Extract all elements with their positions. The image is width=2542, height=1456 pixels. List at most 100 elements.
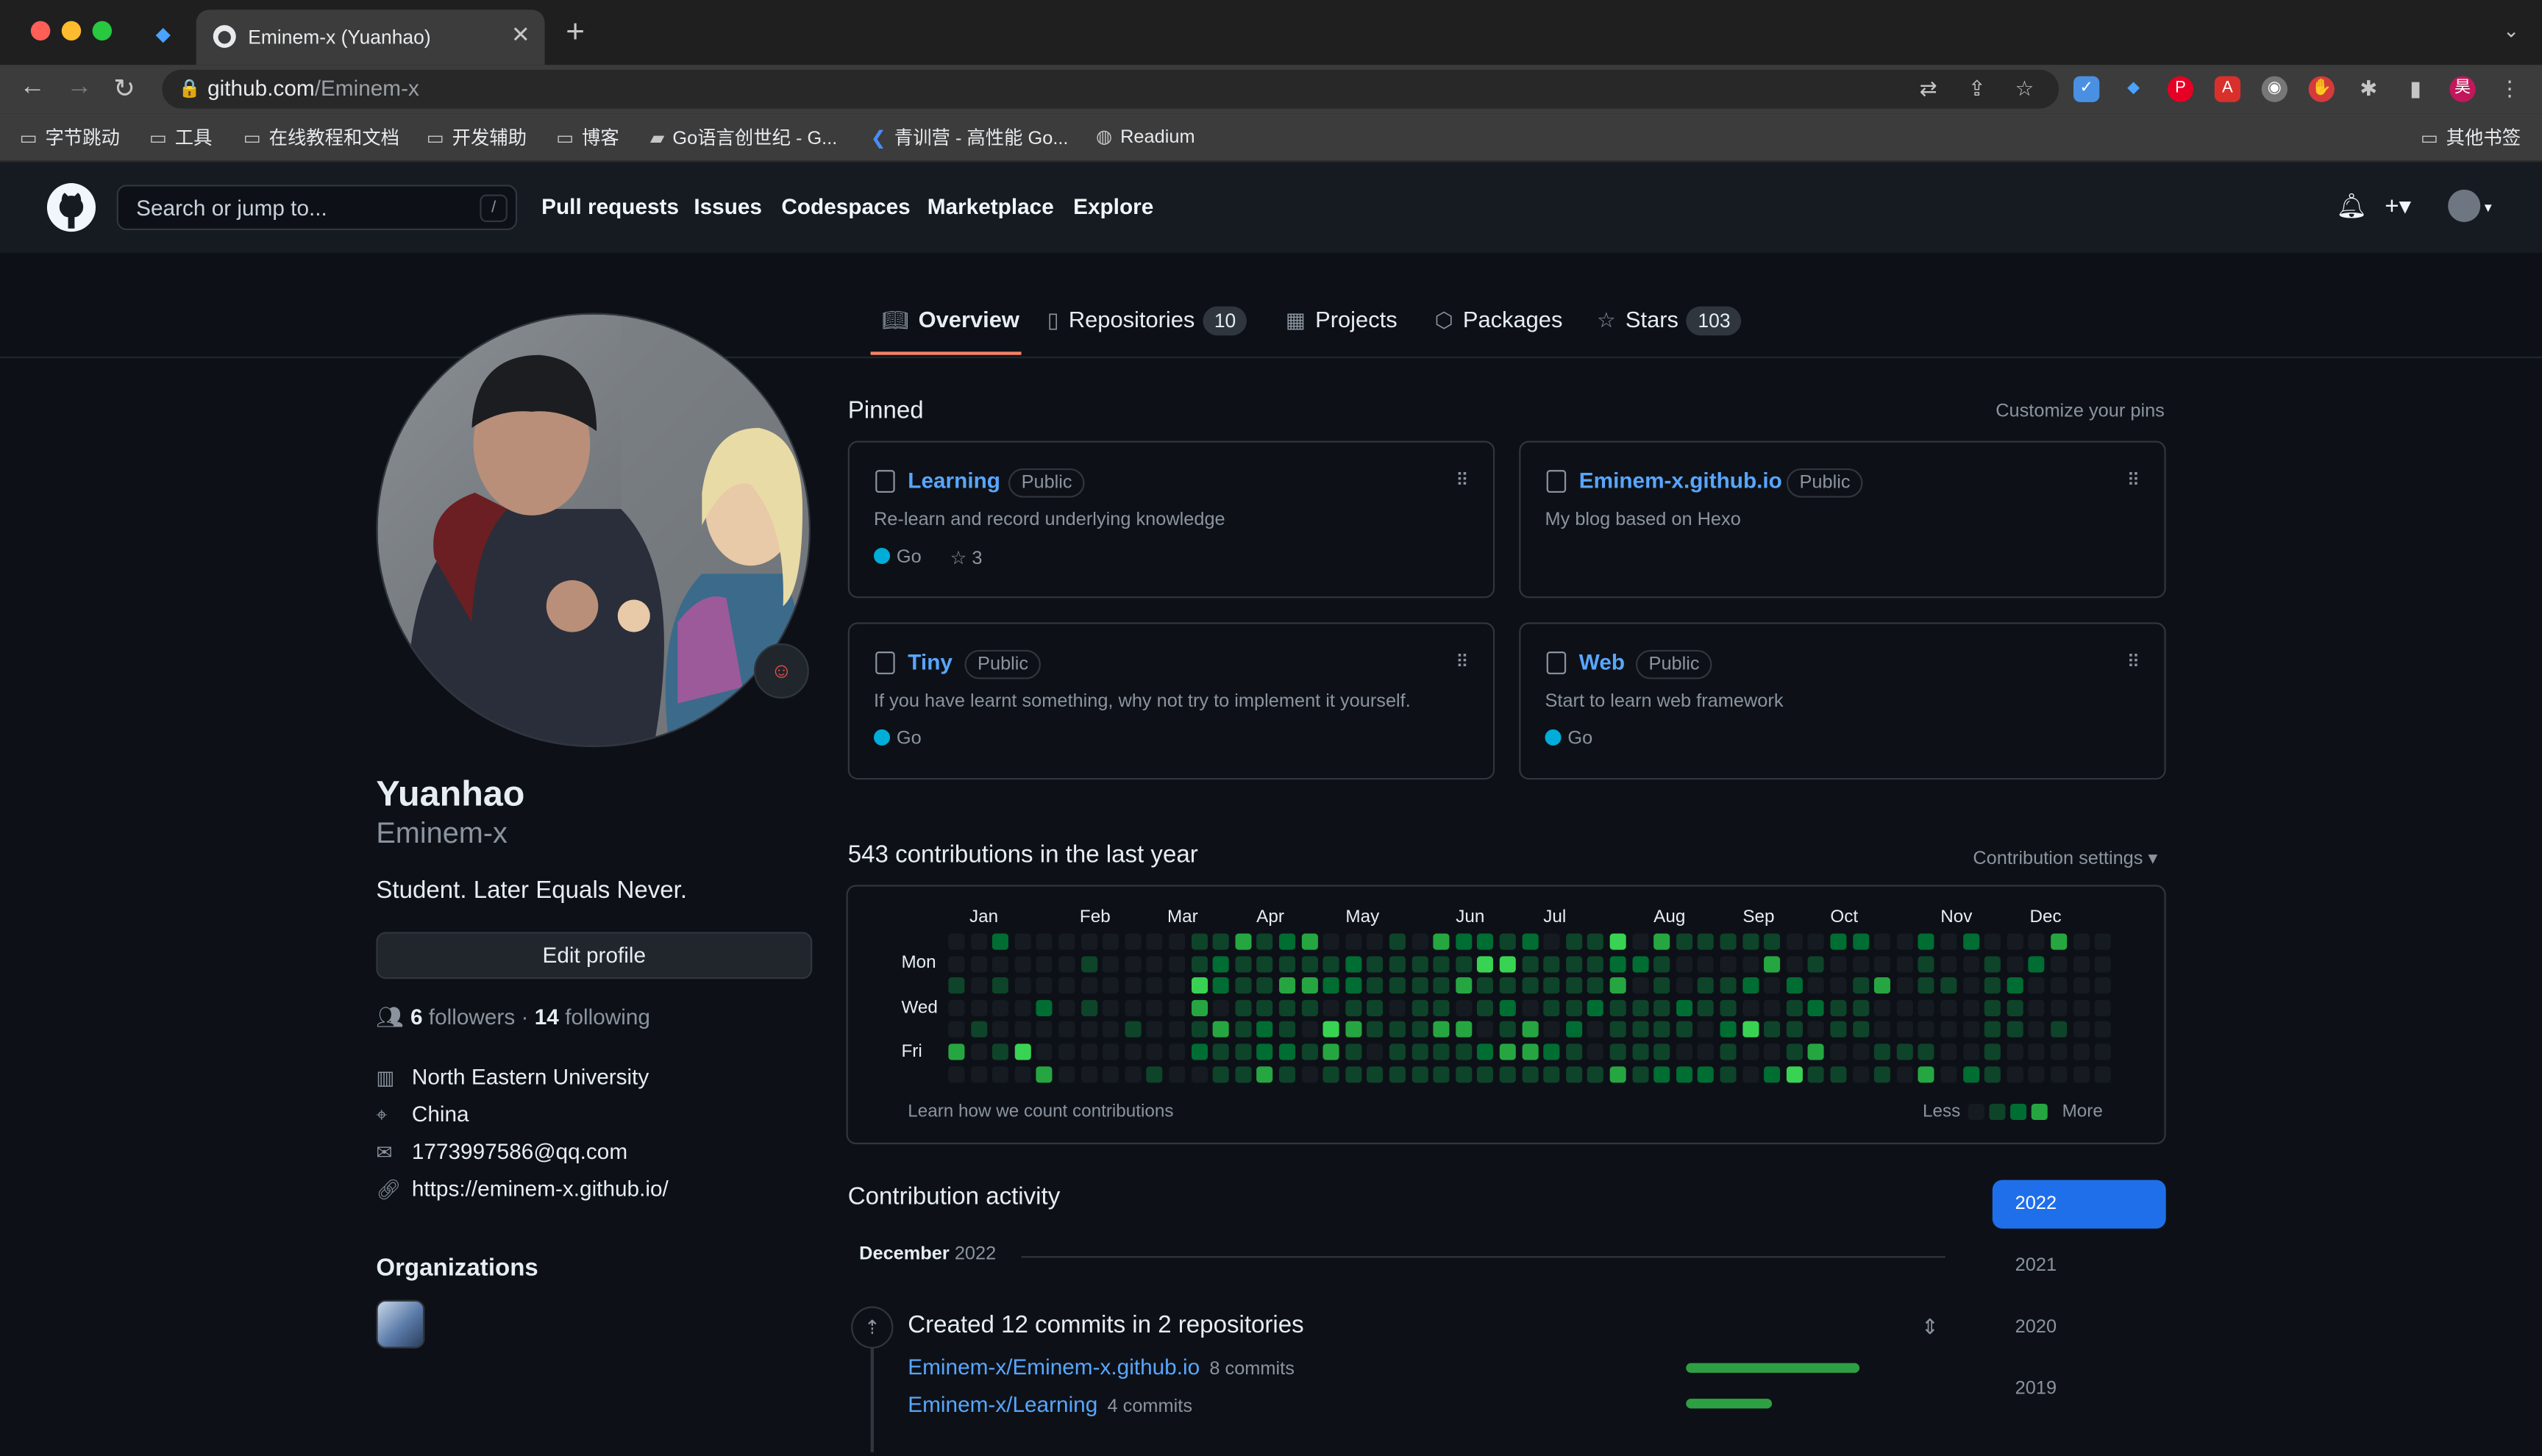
- contribution-day-cell[interactable]: [1521, 1021, 1538, 1038]
- contribution-day-cell[interactable]: [1191, 977, 1208, 994]
- contribution-day-cell[interactable]: [2095, 1066, 2112, 1082]
- contribution-day-cell[interactable]: [2051, 999, 2068, 1016]
- contribution-day-cell[interactable]: [1808, 1066, 1825, 1082]
- share-icon[interactable]: ⇪: [1968, 76, 1986, 102]
- contribution-day-cell[interactable]: [1279, 977, 1296, 994]
- contribution-day-cell[interactable]: [2073, 1066, 2090, 1082]
- contribution-day-cell[interactable]: [1389, 1066, 1406, 1082]
- contribution-day-cell[interactable]: [1125, 1043, 1142, 1060]
- contribution-day-cell[interactable]: [1521, 955, 1538, 972]
- contribution-day-cell[interactable]: [1213, 933, 1230, 950]
- contribution-day-cell[interactable]: [1191, 1066, 1208, 1082]
- contribution-day-cell[interactable]: [1742, 955, 1759, 972]
- contribution-day-cell[interactable]: [1852, 1066, 1869, 1082]
- contribution-day-cell[interactable]: [1058, 933, 1075, 950]
- contribution-day-cell[interactable]: [1147, 1066, 1164, 1082]
- contribution-day-cell[interactable]: [1125, 955, 1142, 972]
- contribution-day-cell[interactable]: [1676, 955, 1692, 972]
- contribution-day-cell[interactable]: [1345, 1043, 1361, 1060]
- contribution-day-cell[interactable]: [1764, 999, 1781, 1016]
- contribution-day-cell[interactable]: [1345, 955, 1361, 972]
- contribution-day-cell[interactable]: [1169, 1066, 1186, 1082]
- activity-repo-link[interactable]: Eminem-x/Eminem-x.github.io: [908, 1355, 1200, 1380]
- contribution-day-cell[interactable]: [1896, 933, 1913, 950]
- contribution-day-cell[interactable]: [2051, 955, 2068, 972]
- contribution-day-cell[interactable]: [1808, 977, 1825, 994]
- contribution-day-cell[interactable]: [1609, 1021, 1626, 1038]
- contribution-day-cell[interactable]: [1896, 1066, 1913, 1082]
- contribution-day-cell[interactable]: [1080, 1066, 1097, 1082]
- bookmark-link[interactable]: ❮ 青训营 - 高性能 Go...: [871, 125, 1069, 151]
- nav-explore[interactable]: Explore: [1073, 194, 1153, 218]
- contribution-day-cell[interactable]: [2029, 1066, 2046, 1082]
- contribution-day-cell[interactable]: [1587, 933, 1604, 950]
- contribution-day-cell[interactable]: [1257, 1021, 1274, 1038]
- contribution-day-cell[interactable]: [1962, 977, 1979, 994]
- contribution-day-cell[interactable]: [1764, 1066, 1781, 1082]
- contribution-day-cell[interactable]: [970, 933, 987, 950]
- contribution-day-cell[interactable]: [1786, 1043, 1803, 1060]
- edit-profile-button[interactable]: Edit profile: [376, 932, 813, 979]
- contribution-day-cell[interactable]: [2029, 1021, 2046, 1038]
- contribution-day-cell[interactable]: [1080, 999, 1097, 1016]
- contribution-day-cell[interactable]: [1587, 1021, 1604, 1038]
- user-menu[interactable]: ▾: [2448, 189, 2492, 222]
- contribution-day-cell[interactable]: [1014, 1066, 1031, 1082]
- followers-link[interactable]: 6 followers: [410, 1005, 515, 1029]
- contribution-day-cell[interactable]: [1786, 933, 1803, 950]
- contribution-day-cell[interactable]: [2007, 1066, 2023, 1082]
- contribution-day-cell[interactable]: [2029, 1043, 2046, 1060]
- contribution-day-cell[interactable]: [1477, 1066, 1494, 1082]
- contribution-day-cell[interactable]: [1631, 1043, 1648, 1060]
- contribution-day-cell[interactable]: [1720, 1066, 1737, 1082]
- contribution-day-cell[interactable]: [1874, 955, 1891, 972]
- contribution-day-cell[interactable]: [1896, 977, 1913, 994]
- contribution-day-cell[interactable]: [1257, 999, 1274, 1016]
- contribution-day-cell[interactable]: [1499, 933, 1516, 950]
- contribution-day-cell[interactable]: [2095, 933, 2112, 950]
- contribution-day-cell[interactable]: [2007, 933, 2023, 950]
- tab-github-profile[interactable]: Eminem-x (Yuanhao) ✕: [196, 10, 545, 65]
- contribution-day-cell[interactable]: [1984, 1043, 2001, 1060]
- contribution-day-cell[interactable]: [1433, 977, 1450, 994]
- contribution-day-cell[interactable]: [1631, 999, 1648, 1016]
- contribution-day-cell[interactable]: [1543, 1021, 1560, 1038]
- contribution-day-cell[interactable]: [2007, 955, 2023, 972]
- tab-projects[interactable]: ▦ Projects: [1286, 307, 1398, 334]
- contribution-day-cell[interactable]: [1499, 1066, 1516, 1082]
- contribution-day-cell[interactable]: [1147, 999, 1164, 1016]
- contribution-day-cell[interactable]: [1103, 1066, 1119, 1082]
- contribution-day-cell[interactable]: [1169, 977, 1186, 994]
- contribution-day-cell[interactable]: [1698, 955, 1715, 972]
- contribution-day-cell[interactable]: [1631, 1066, 1648, 1082]
- nav-issues[interactable]: Issues: [694, 194, 762, 218]
- contribution-day-cell[interactable]: [1587, 999, 1604, 1016]
- contribution-day-cell[interactable]: [1499, 955, 1516, 972]
- contribution-day-cell[interactable]: [2029, 955, 2046, 972]
- bookmark-folder[interactable]: ▭ 工具: [149, 125, 213, 151]
- contribution-day-cell[interactable]: [2029, 933, 2046, 950]
- contribution-day-cell[interactable]: [1036, 1043, 1053, 1060]
- contribution-day-cell[interactable]: [1411, 999, 1428, 1016]
- contribution-day-cell[interactable]: [970, 1043, 987, 1060]
- contribution-day-cell[interactable]: [1676, 1043, 1692, 1060]
- contribution-day-cell[interactable]: [1477, 1043, 1494, 1060]
- contribution-day-cell[interactable]: [2073, 955, 2090, 972]
- contribution-day-cell[interactable]: [948, 955, 965, 972]
- tab-repositories[interactable]: ▯ Repositories 10: [1047, 306, 1247, 336]
- contribution-day-cell[interactable]: [2051, 1066, 2068, 1082]
- contribution-day-cell[interactable]: [1477, 1021, 1494, 1038]
- contribution-day-cell[interactable]: [1587, 1043, 1604, 1060]
- contribution-day-cell[interactable]: [1257, 1066, 1274, 1082]
- contribution-day-cell[interactable]: [1786, 1021, 1803, 1038]
- year-2019-button[interactable]: 2019: [1993, 1365, 2166, 1413]
- contribution-day-cell[interactable]: [1014, 933, 1031, 950]
- bookmark-folder[interactable]: ▭ 字节跳动: [19, 125, 119, 151]
- contribution-day-cell[interactable]: [1147, 977, 1164, 994]
- contribution-day-cell[interactable]: [1808, 955, 1825, 972]
- contribution-day-cell[interactable]: [1169, 955, 1186, 972]
- contribution-day-cell[interactable]: [1676, 1021, 1692, 1038]
- back-button[interactable]: ←: [19, 73, 45, 102]
- contribution-day-cell[interactable]: [1169, 999, 1186, 1016]
- contribution-day-cell[interactable]: [1499, 999, 1516, 1016]
